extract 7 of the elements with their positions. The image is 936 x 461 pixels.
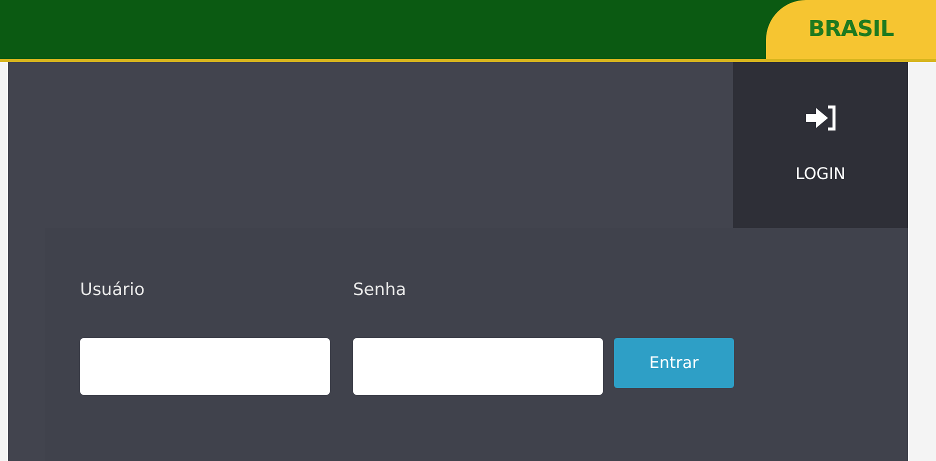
- sign-in-icon: [804, 104, 838, 132]
- login-button[interactable]: LOGIN: [733, 62, 908, 228]
- field-label: Senha: [353, 279, 408, 302]
- input-field[interactable]: [353, 338, 603, 394]
- input-field[interactable]: [80, 338, 330, 394]
- field-label: Usuário: [80, 279, 146, 302]
- brand-logo: BRASIL: [808, 16, 894, 44]
